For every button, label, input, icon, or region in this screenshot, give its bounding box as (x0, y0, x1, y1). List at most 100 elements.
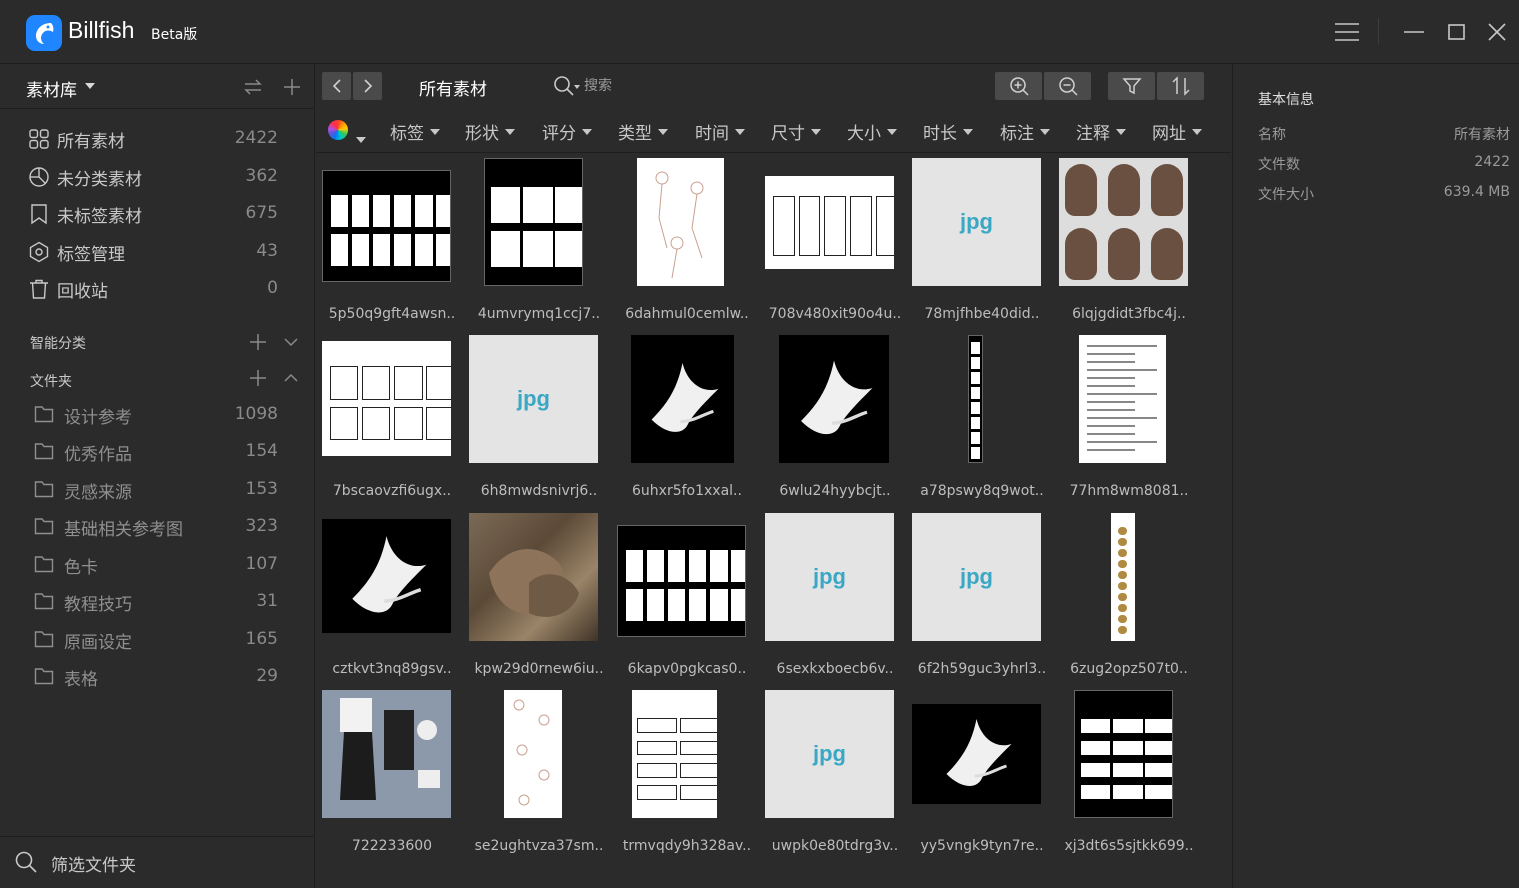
filter-label: 时长 (923, 124, 957, 144)
filter-dropdown[interactable]: 形状 (465, 119, 515, 144)
folder-item[interactable]: 灵感来源 153 (0, 471, 315, 508)
folder-item[interactable]: 优秀作品 154 (0, 433, 315, 470)
filter-dropdown[interactable]: 类型 (618, 119, 668, 144)
folder-item[interactable]: 教程技巧 31 (0, 583, 315, 620)
chevron-down-icon (887, 129, 897, 135)
add-library-icon[interactable] (283, 78, 301, 100)
asset-tile[interactable]: 6lqjgdidt3fbc4j.. (1059, 158, 1199, 328)
filter-dropdown[interactable]: 时间 (695, 119, 745, 144)
folder-item[interactable]: 原画设定 165 (0, 621, 315, 658)
sort-button[interactable] (1157, 72, 1204, 100)
asset-tile[interactable]: 7bscaovzfi6ugx.. (322, 335, 462, 505)
chevron-down-icon[interactable] (356, 128, 366, 147)
folder-count: 323 (245, 516, 278, 536)
folder-item[interactable]: 基础相关参考图 323 (0, 508, 315, 545)
folder-item[interactable]: 色卡 107 (0, 546, 315, 583)
minimize-icon[interactable] (1400, 18, 1428, 46)
forward-button[interactable] (353, 72, 382, 100)
thumbnail-frame (469, 158, 609, 294)
asset-tile[interactable]: 77hm8wm8081.. (1059, 335, 1199, 505)
chevron-down-icon[interactable] (282, 333, 300, 351)
nav-trash[interactable]: 回收站 0 (0, 270, 315, 307)
folder-label: 色卡 (64, 558, 98, 578)
folder-item[interactable]: 表格 29 (0, 658, 315, 695)
nav-tag-management[interactable]: 标签管理 43 (0, 233, 315, 270)
asset-tile[interactable]: jpg 6h8mwdsnivrj6.. (469, 335, 609, 505)
asset-tile[interactable]: jpg 78mjfhbe40did.. (912, 158, 1052, 328)
asset-tile[interactable]: jpg uwpk0e80tdrg3v.. (765, 690, 905, 860)
grid-scrollbar[interactable] (1224, 154, 1230, 888)
zoom-in-button[interactable] (995, 72, 1042, 100)
asset-name: 5p50q9gft4awsn.. (328, 306, 456, 322)
filter-dropdown[interactable]: 评分 (542, 119, 592, 144)
close-icon[interactable] (1483, 18, 1511, 46)
info-key: 文件大小 (1258, 187, 1314, 203)
thumbnail-frame (469, 513, 609, 649)
swap-icon[interactable] (244, 78, 262, 100)
search-icon[interactable] (553, 75, 575, 101)
menu-icon[interactable] (1333, 18, 1361, 46)
nav-untagged[interactable]: 未标签素材 675 (0, 195, 315, 232)
thumbnail-image (617, 525, 746, 637)
library-switcher[interactable]: 素材库 (26, 76, 77, 101)
filter-dropdown[interactable]: 注释 (1076, 119, 1126, 144)
asset-tile[interactable]: jpg 6sexkxboecb6v.. (765, 513, 905, 683)
thumbnail-image: jpg (765, 513, 894, 641)
asset-tile[interactable]: a78pswy8q9wot.. (912, 335, 1052, 505)
asset-tile[interactable]: yy5vngk9tyn7re.. (912, 690, 1052, 860)
folder-icon (34, 480, 54, 498)
thumbnail-image (779, 335, 889, 463)
folder-count: 29 (256, 666, 278, 686)
chevron-down-icon[interactable] (85, 83, 95, 89)
filter-label: 评分 (542, 124, 576, 144)
filter-button[interactable] (1108, 72, 1155, 100)
filter-label: 注释 (1076, 124, 1110, 144)
info-value: 2422 (1474, 154, 1510, 170)
asset-tile[interactable]: 722233600 (322, 690, 462, 860)
search-scope-caret-icon[interactable] (574, 85, 580, 89)
search-input[interactable] (584, 75, 704, 97)
asset-tile[interactable]: xj3dt6s5sjtkk699.. (1059, 690, 1199, 860)
thumbnail-frame (322, 335, 462, 471)
filter-dropdown[interactable]: 标注 (1000, 119, 1050, 144)
filter-dropdown[interactable]: 尺寸 (771, 119, 821, 144)
titlebar-divider (1378, 18, 1379, 44)
filter-dropdown[interactable]: 大小 (847, 119, 897, 144)
asset-tile[interactable]: kpw29d0rnew6iu.. (469, 513, 609, 683)
asset-tile[interactable]: 6dahmul0cemlw.. (617, 158, 757, 328)
nav-uncategorized[interactable]: 未分类素材 362 (0, 158, 315, 195)
asset-tile[interactable]: se2ughtvza37sm.. (469, 690, 609, 860)
asset-tile[interactable]: 6zug2opz507t0.. (1059, 513, 1199, 683)
filter-label: 尺寸 (771, 124, 805, 144)
asset-name: se2ughtvza37sm.. (474, 838, 604, 854)
filter-dropdown[interactable]: 时长 (923, 119, 973, 144)
asset-tile[interactable]: jpg 6f2h59guc3yhrl3.. (912, 513, 1052, 683)
file-type-label: jpg (813, 564, 846, 589)
color-filter-icon[interactable] (328, 120, 348, 140)
nav-all-items[interactable]: 所有素材 2422 (0, 120, 315, 157)
add-folder-icon[interactable] (249, 369, 267, 387)
folder-item[interactable]: 设计参考 1098 (0, 396, 315, 433)
zoom-out-button[interactable] (1044, 72, 1091, 100)
asset-tile[interactable]: 6uhxr5fo1xxal.. (617, 335, 757, 505)
chevron-up-icon[interactable] (282, 369, 300, 387)
asset-tile[interactable]: 708v480xit90o4u.. (765, 158, 905, 328)
maximize-icon[interactable] (1443, 18, 1471, 46)
asset-tile[interactable]: trmvqdy9h328av.. (617, 690, 757, 860)
asset-name: 6sexkxboecb6v.. (776, 661, 894, 677)
thumbnail-frame (322, 690, 462, 826)
filter-dropdown[interactable]: 标签 (390, 119, 440, 144)
folder-count: 165 (245, 629, 278, 649)
asset-tile[interactable]: 6kapv0pgkcas0.. (617, 513, 757, 683)
asset-tile[interactable]: 5p50q9gft4awsn.. (322, 158, 462, 328)
asset-tile[interactable]: 4umvrymq1ccj7.. (469, 158, 609, 328)
thumbnail-frame (322, 513, 462, 649)
asset-tile[interactable]: cztkvt3nq89gsv.. (322, 513, 462, 683)
back-button[interactable] (322, 72, 351, 100)
add-smart-category-icon[interactable] (249, 333, 267, 351)
filter-folder-bar[interactable]: 筛选文件夹 (0, 836, 315, 888)
filter-dropdown[interactable]: 网址 (1152, 119, 1202, 144)
search-icon (14, 850, 38, 878)
folder-label: 设计参考 (64, 408, 132, 428)
asset-tile[interactable]: 6wlu24hyybcjt.. (765, 335, 905, 505)
